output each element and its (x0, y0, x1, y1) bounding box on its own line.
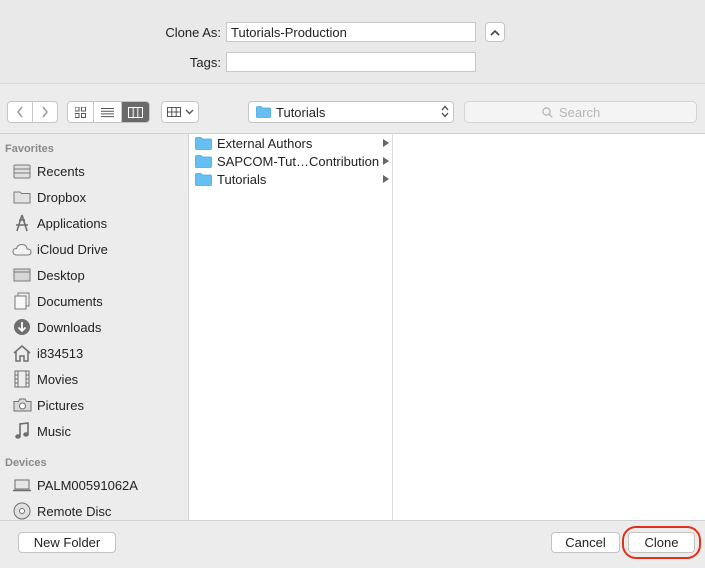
updown-icon (441, 105, 449, 118)
search-icon (542, 107, 553, 118)
folder-row[interactable]: External Authors (189, 134, 392, 152)
folder-row[interactable]: SAPCOM-Tut…Contribution (189, 152, 392, 170)
home-icon (11, 343, 33, 363)
sidebar-item-label: Remote Disc (37, 503, 112, 519)
folder-row[interactable]: Tutorials (189, 170, 392, 188)
new-folder-button[interactable]: New Folder (18, 532, 116, 553)
disclosure-arrow-icon (383, 139, 389, 147)
sidebar-item-label: Music (37, 423, 71, 439)
sidebar-item-label: Pictures (37, 397, 84, 413)
search-field[interactable]: Search (464, 101, 697, 123)
sidebar-item-icloud[interactable]: iCloud Drive (0, 236, 188, 262)
sidebar-item-dropbox[interactable]: Dropbox (0, 184, 188, 210)
folder-icon (195, 154, 213, 168)
sidebar-item-downloads[interactable]: Downloads (0, 314, 188, 340)
location-label: Tutorials (276, 105, 326, 120)
browser-column-2 (393, 134, 705, 520)
music-icon (11, 421, 33, 441)
sidebar-item-label: Desktop (37, 267, 85, 283)
folder-icon (256, 106, 271, 118)
view-switcher (67, 101, 150, 123)
folder-name: External Authors (217, 135, 313, 151)
sidebar-item-desktop[interactable]: Desktop (0, 262, 188, 288)
clone-as-field[interactable]: Tutorials-Production (226, 22, 476, 42)
favorites-header: Favorites (5, 143, 54, 155)
sidebar-item-label: Downloads (37, 319, 102, 335)
folder-name: Tutorials (217, 171, 267, 187)
sidebar-item-label: i834513 (37, 345, 84, 361)
sidebar-item-label: Dropbox (37, 189, 87, 205)
sidebar-item-label: Movies (37, 371, 79, 387)
documents-icon (11, 291, 33, 311)
disclosure-arrow-icon (383, 175, 389, 183)
sidebar-item-label: PALM00591062A (37, 477, 138, 493)
nav-buttons (7, 101, 58, 123)
downloads-icon (11, 317, 33, 337)
sidebar-item-label: Applications (37, 215, 108, 231)
chevron-down-icon (185, 109, 193, 115)
icon-view-button[interactable] (68, 102, 95, 122)
sidebar-item-label: iCloud Drive (37, 241, 108, 257)
sidebar-item-home[interactable]: i834513 (0, 340, 188, 366)
camera-icon (11, 395, 33, 415)
sidebar-item-music[interactable]: Music (0, 418, 188, 444)
cloud-icon (11, 239, 33, 259)
cancel-button[interactable]: Cancel (551, 532, 620, 553)
laptop-icon (11, 475, 33, 495)
list-icon (101, 107, 115, 117)
arrange-button-inner (162, 102, 198, 122)
disc-icon (11, 501, 33, 520)
forward-button[interactable] (33, 102, 57, 122)
clone-as-label: Clone As: (165, 25, 221, 40)
arrange-grid-icon (166, 107, 181, 117)
arrange-button[interactable] (161, 101, 199, 123)
search-placeholder: Search (559, 105, 601, 120)
recents-icon (11, 161, 33, 181)
sidebar-item-pictures[interactable]: Pictures (0, 392, 188, 418)
tags-field[interactable] (226, 52, 476, 72)
movies-icon (11, 369, 33, 389)
collapse-button[interactable] (485, 22, 505, 42)
columns-icon (127, 106, 143, 118)
sidebar-item-applications[interactable]: Applications (0, 210, 188, 236)
browser-column-1: External Authors SAPCOM-Tut…Contribution… (189, 134, 393, 520)
chevron-right-icon (42, 106, 48, 118)
location-popup[interactable]: Tutorials (248, 101, 454, 123)
applications-icon (11, 213, 33, 233)
sidebar: Favorites Recents Dropbox Applications i… (0, 134, 189, 520)
chevron-left-icon (16, 106, 23, 118)
folder-name: SAPCOM-Tut…Contribution (217, 153, 380, 169)
list-view-button[interactable] (94, 102, 122, 122)
back-button[interactable] (8, 102, 33, 122)
desktop-icon (11, 265, 33, 285)
folder-icon (11, 187, 33, 207)
column-view-button[interactable] (121, 102, 149, 122)
sidebar-item-recents[interactable]: Recents (0, 158, 188, 184)
devices-header: Devices (5, 457, 47, 469)
grid-icon (75, 106, 87, 118)
sidebar-item-remote-disc[interactable]: Remote Disc (0, 498, 188, 520)
folder-icon (195, 172, 213, 186)
sidebar-item-documents[interactable]: Documents (0, 288, 188, 314)
sidebar-item-label: Recents (37, 163, 85, 179)
folder-icon (195, 136, 213, 150)
sidebar-item-laptop[interactable]: PALM00591062A (0, 472, 188, 498)
highlight-circle (622, 526, 701, 559)
disclosure-arrow-icon (383, 157, 389, 165)
sidebar-item-movies[interactable]: Movies (0, 366, 188, 392)
chevron-up-icon (490, 29, 500, 36)
sidebar-item-label: Documents (37, 293, 103, 309)
tags-label: Tags: (189, 55, 221, 70)
